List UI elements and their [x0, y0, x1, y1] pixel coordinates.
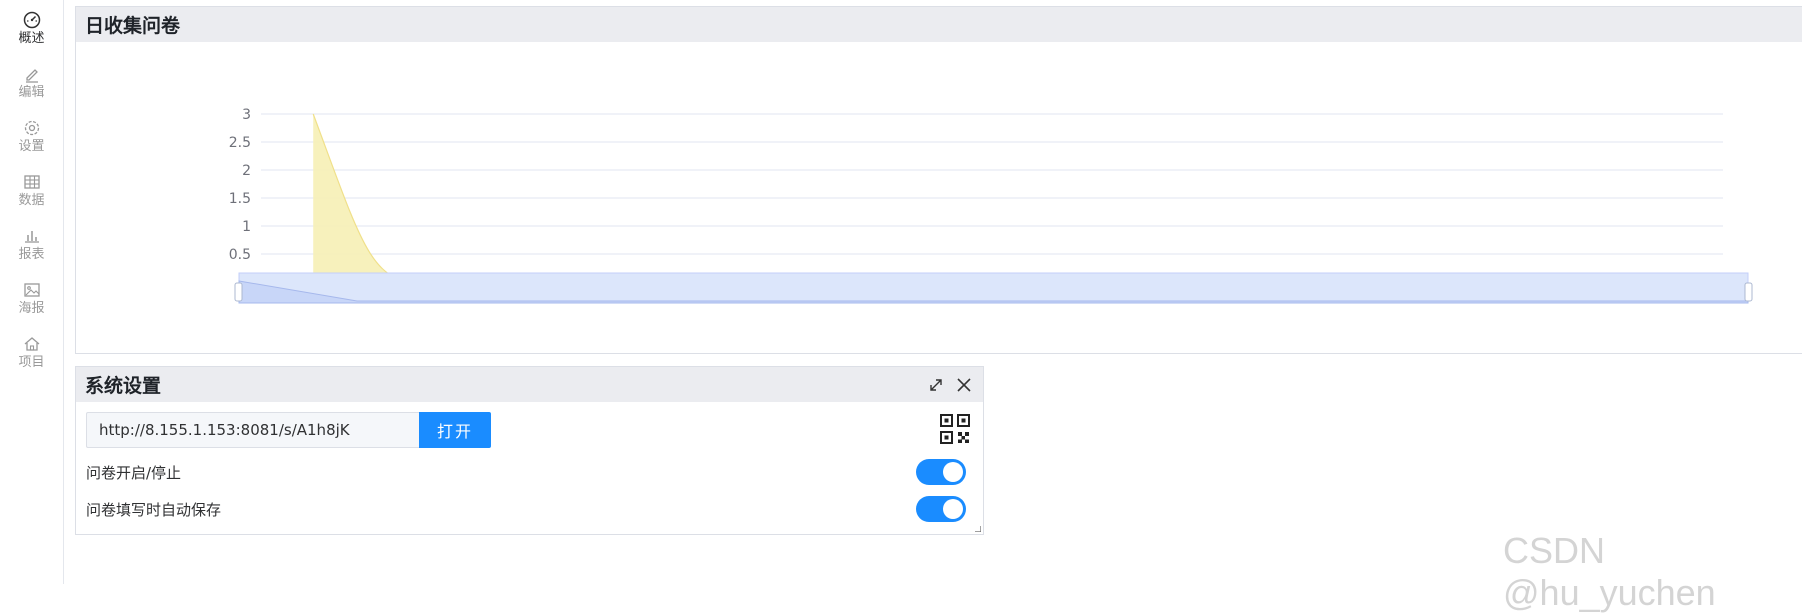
toggle-knob [943, 462, 963, 482]
resize-handle-icon[interactable] [975, 526, 981, 532]
dashboard-icon [23, 11, 40, 29]
close-icon[interactable] [955, 376, 973, 394]
sidebar-item-poster[interactable]: 海报 [0, 274, 63, 324]
panel-header: 系统设置 [76, 367, 983, 402]
y-tick-label: 2 [242, 163, 251, 179]
daily-collection-panel: 日收集问卷 00.511.522.532025-08-102025-08-112… [75, 6, 1802, 354]
sidebar-item-label: 编辑 [18, 85, 45, 100]
gear-icon [24, 120, 39, 136]
y-tick-label: 1 [242, 219, 251, 235]
survey-toggle-label: 问卷开启/停止 [86, 463, 182, 482]
zoom-handle-left[interactable] [234, 282, 243, 302]
y-tick-label: 3 [242, 107, 251, 123]
sidebar-item-label: 海报 [18, 301, 45, 316]
bar-chart-icon [24, 231, 39, 243]
y-tick-label: 0.5 [229, 247, 251, 263]
image-icon [23, 283, 40, 297]
expand-icon[interactable] [927, 376, 945, 394]
sidebar-item-label: 设置 [18, 139, 45, 154]
survey-open-toggle[interactable] [916, 459, 966, 485]
survey-url-input[interactable] [86, 412, 419, 448]
panel-header: 日收集问卷 [76, 7, 1802, 42]
table-icon [23, 175, 40, 189]
sidebar-item-overview[interactable]: 概述 [0, 4, 63, 54]
sidebar-item-report[interactable]: 报表 [0, 220, 63, 270]
y-tick-label: 1.5 [229, 191, 251, 207]
zoom-slider-track [238, 272, 1749, 304]
sidebar: 概述 编辑 设置 数据 报表 海报 项目 [0, 0, 64, 584]
watermark: CSDN @hu_yuchen [1503, 530, 1716, 613]
home-icon [24, 337, 39, 351]
daily-collection-chart: 00.511.522.532025-08-102025-08-112025-08… [229, 107, 1753, 304]
open-button[interactable]: 打开 [419, 412, 491, 448]
survey-url-row: 打开 [86, 412, 491, 448]
sidebar-item-label: 数据 [18, 193, 45, 208]
survey-toggle-row: 问卷开启/停止 [86, 458, 966, 486]
qr-code-icon[interactable] [940, 414, 970, 444]
zoom-handle-right[interactable] [1744, 282, 1753, 302]
sidebar-item-edit[interactable]: 编辑 [0, 58, 63, 108]
sidebar-item-label: 项目 [18, 355, 45, 370]
panel-title: 日收集问卷 [85, 15, 181, 37]
sidebar-item-project[interactable]: 项目 [0, 328, 63, 378]
sidebar-item-settings[interactable]: 设置 [0, 112, 63, 162]
y-tick-label: 2.5 [229, 135, 251, 151]
autosave-toggle-row: 问卷填写时自动保存 [86, 495, 966, 523]
sidebar-item-label: 报表 [18, 247, 45, 262]
panel-title: 系统设置 [85, 375, 162, 397]
sidebar-item-data[interactable]: 数据 [0, 166, 63, 216]
autosave-toggle-label: 问卷填写时自动保存 [86, 500, 222, 519]
toggle-knob [943, 499, 963, 519]
edit-icon [25, 69, 38, 83]
system-settings-panel: 系统设置 打开 问卷开启/停止 问卷填写时自动保存 [75, 366, 984, 535]
autosave-toggle[interactable] [916, 496, 966, 522]
sidebar-item-label: 概述 [18, 31, 45, 46]
